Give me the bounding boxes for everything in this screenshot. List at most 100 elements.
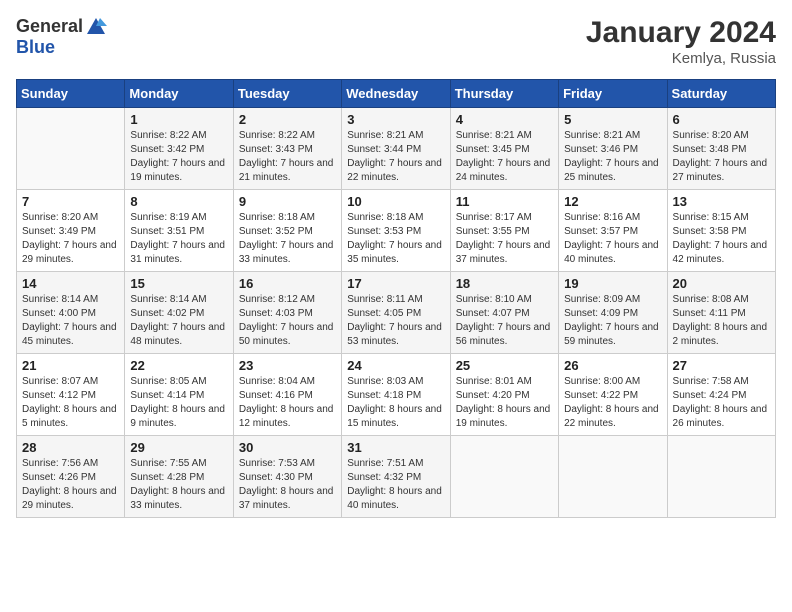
day-info: Sunrise: 8:12 AMSunset: 4:03 PMDaylight:…	[239, 293, 336, 349]
day-info: Sunrise: 7:53 AMSunset: 4:30 PMDaylight:…	[239, 457, 336, 513]
day-number: 20	[673, 276, 770, 291]
day-number: 4	[456, 112, 553, 127]
day-number: 31	[347, 440, 444, 455]
day-number: 23	[239, 358, 336, 373]
day-cell: 26 Sunrise: 8:00 AMSunset: 4:22 PMDayligh…	[559, 354, 667, 436]
day-info: Sunrise: 8:18 AMSunset: 3:53 PMDaylight:…	[347, 211, 444, 267]
day-info: Sunrise: 7:58 AMSunset: 4:24 PMDaylight:…	[673, 375, 770, 431]
weekday-header-monday: Monday	[125, 80, 233, 108]
day-cell: 8 Sunrise: 8:19 AMSunset: 3:51 PMDaylight…	[125, 190, 233, 272]
day-info: Sunrise: 8:15 AMSunset: 3:58 PMDaylight:…	[673, 211, 770, 267]
header: General Blue January 2024 Kemlya, Russia	[16, 16, 776, 67]
week-row-1: 1Sunrise: 8:22 AMSunset: 3:42 PMDaylight…	[17, 108, 776, 190]
day-cell: 4 Sunrise: 8:21 AMSunset: 3:45 PMDaylight…	[450, 108, 558, 190]
day-number: 29	[130, 440, 227, 455]
day-info: Sunrise: 8:16 AMSunset: 3:57 PMDaylight:…	[564, 211, 661, 267]
day-info: Sunrise: 8:09 AMSunset: 4:09 PMDaylight:…	[564, 293, 661, 349]
day-cell: 23 Sunrise: 8:04 AMSunset: 4:16 PMDayligh…	[233, 354, 341, 436]
day-info: Sunrise: 8:14 AMSunset: 4:00 PMDaylight:…	[22, 293, 119, 349]
location-title: Kemlya, Russia	[586, 50, 776, 67]
day-cell: 13 Sunrise: 8:15 AMSunset: 3:58 PMDayligh…	[667, 190, 775, 272]
day-info: Sunrise: 8:14 AMSunset: 4:02 PMDaylight:…	[130, 293, 227, 349]
day-number: 21	[22, 358, 119, 373]
day-info: Sunrise: 8:00 AMSunset: 4:22 PMDaylight:…	[564, 375, 661, 431]
day-info: Sunrise: 8:20 AMSunset: 3:48 PMDaylight:…	[673, 129, 770, 185]
day-cell: 7 Sunrise: 8:20 AMSunset: 3:49 PMDaylight…	[17, 190, 125, 272]
day-cell: 14 Sunrise: 8:14 AMSunset: 4:00 PMDayligh…	[17, 272, 125, 354]
day-cell: 22 Sunrise: 8:05 AMSunset: 4:14 PMDayligh…	[125, 354, 233, 436]
day-cell: 1Sunrise: 8:22 AMSunset: 3:42 PMDaylight…	[125, 108, 233, 190]
day-cell: 28 Sunrise: 7:56 AMSunset: 4:26 PMDayligh…	[17, 436, 125, 518]
day-info: Sunrise: 8:21 AMSunset: 3:44 PMDaylight:…	[347, 129, 444, 185]
day-cell: 21 Sunrise: 8:07 AMSunset: 4:12 PMDayligh…	[17, 354, 125, 436]
day-number: 9	[239, 194, 336, 209]
logo-icon	[85, 16, 107, 38]
day-number: 17	[347, 276, 444, 291]
day-cell	[559, 436, 667, 518]
day-number: 16	[239, 276, 336, 291]
day-info: Sunrise: 8:03 AMSunset: 4:18 PMDaylight:…	[347, 375, 444, 431]
day-number: 22	[130, 358, 227, 373]
day-number: 8	[130, 194, 227, 209]
day-info: Sunrise: 8:04 AMSunset: 4:16 PMDaylight:…	[239, 375, 336, 431]
day-cell	[450, 436, 558, 518]
day-info: Sunrise: 7:55 AMSunset: 4:28 PMDaylight:…	[130, 457, 227, 513]
day-info: Sunrise: 8:11 AMSunset: 4:05 PMDaylight:…	[347, 293, 444, 349]
day-cell: 5 Sunrise: 8:21 AMSunset: 3:46 PMDaylight…	[559, 108, 667, 190]
day-cell: 15Sunrise: 8:14 AMSunset: 4:02 PMDayligh…	[125, 272, 233, 354]
day-number: 13	[673, 194, 770, 209]
day-cell: 9Sunrise: 8:18 AMSunset: 3:52 PMDaylight…	[233, 190, 341, 272]
week-row-5: 28 Sunrise: 7:56 AMSunset: 4:26 PMDayligh…	[17, 436, 776, 518]
day-info: Sunrise: 8:08 AMSunset: 4:11 PMDaylight:…	[673, 293, 770, 349]
day-number: 2	[239, 112, 336, 127]
day-cell: 17 Sunrise: 8:11 AMSunset: 4:05 PMDayligh…	[342, 272, 450, 354]
day-info: Sunrise: 8:01 AMSunset: 4:20 PMDaylight:…	[456, 375, 553, 431]
day-number: 26	[564, 358, 661, 373]
day-cell: 11 Sunrise: 8:17 AMSunset: 3:55 PMDayligh…	[450, 190, 558, 272]
day-info: Sunrise: 8:22 AMSunset: 3:43 PMDaylight:…	[239, 129, 336, 185]
day-number: 7	[22, 194, 119, 209]
day-cell	[667, 436, 775, 518]
title-area: January 2024 Kemlya, Russia	[586, 16, 776, 67]
day-cell: 3Sunrise: 8:21 AMSunset: 3:44 PMDaylight…	[342, 108, 450, 190]
day-info: Sunrise: 8:19 AMSunset: 3:51 PMDaylight:…	[130, 211, 227, 267]
day-info: Sunrise: 8:17 AMSunset: 3:55 PMDaylight:…	[456, 211, 553, 267]
day-number: 18	[456, 276, 553, 291]
week-row-3: 14 Sunrise: 8:14 AMSunset: 4:00 PMDayligh…	[17, 272, 776, 354]
weekday-header-saturday: Saturday	[667, 80, 775, 108]
day-info: Sunrise: 8:20 AMSunset: 3:49 PMDaylight:…	[22, 211, 119, 267]
day-number: 11	[456, 194, 553, 209]
day-info: Sunrise: 8:07 AMSunset: 4:12 PMDaylight:…	[22, 375, 119, 431]
day-number: 30	[239, 440, 336, 455]
day-cell: 10 Sunrise: 8:18 AMSunset: 3:53 PMDayligh…	[342, 190, 450, 272]
day-number: 28	[22, 440, 119, 455]
day-number: 10	[347, 194, 444, 209]
weekday-header-friday: Friday	[559, 80, 667, 108]
day-number: 25	[456, 358, 553, 373]
day-cell: 27 Sunrise: 7:58 AMSunset: 4:24 PMDayligh…	[667, 354, 775, 436]
day-cell: 2 Sunrise: 8:22 AMSunset: 3:43 PMDaylight…	[233, 108, 341, 190]
day-cell: 25 Sunrise: 8:01 AMSunset: 4:20 PMDayligh…	[450, 354, 558, 436]
day-cell: 19Sunrise: 8:09 AMSunset: 4:09 PMDayligh…	[559, 272, 667, 354]
month-title: January 2024	[586, 16, 776, 50]
day-info: Sunrise: 8:05 AMSunset: 4:14 PMDaylight:…	[130, 375, 227, 431]
weekday-header-thursday: Thursday	[450, 80, 558, 108]
day-cell: 18Sunrise: 8:10 AMSunset: 4:07 PMDayligh…	[450, 272, 558, 354]
weekday-header-tuesday: Tuesday	[233, 80, 341, 108]
day-number: 5	[564, 112, 661, 127]
day-cell	[17, 108, 125, 190]
day-info: Sunrise: 7:56 AMSunset: 4:26 PMDaylight:…	[22, 457, 119, 513]
header-row: SundayMondayTuesdayWednesdayThursdayFrid…	[17, 80, 776, 108]
day-number: 12	[564, 194, 661, 209]
day-cell: 6Sunrise: 8:20 AMSunset: 3:48 PMDaylight…	[667, 108, 775, 190]
day-number: 27	[673, 358, 770, 373]
day-info: Sunrise: 8:21 AMSunset: 3:46 PMDaylight:…	[564, 129, 661, 185]
week-row-2: 7 Sunrise: 8:20 AMSunset: 3:49 PMDaylight…	[17, 190, 776, 272]
day-cell: 30 Sunrise: 7:53 AMSunset: 4:30 PMDayligh…	[233, 436, 341, 518]
day-info: Sunrise: 8:21 AMSunset: 3:45 PMDaylight:…	[456, 129, 553, 185]
day-info: Sunrise: 8:22 AMSunset: 3:42 PMDaylight:…	[130, 129, 227, 185]
day-cell: 16 Sunrise: 8:12 AMSunset: 4:03 PMDayligh…	[233, 272, 341, 354]
logo: General Blue	[16, 16, 107, 58]
day-number: 14	[22, 276, 119, 291]
day-info: Sunrise: 7:51 AMSunset: 4:32 PMDaylight:…	[347, 457, 444, 513]
